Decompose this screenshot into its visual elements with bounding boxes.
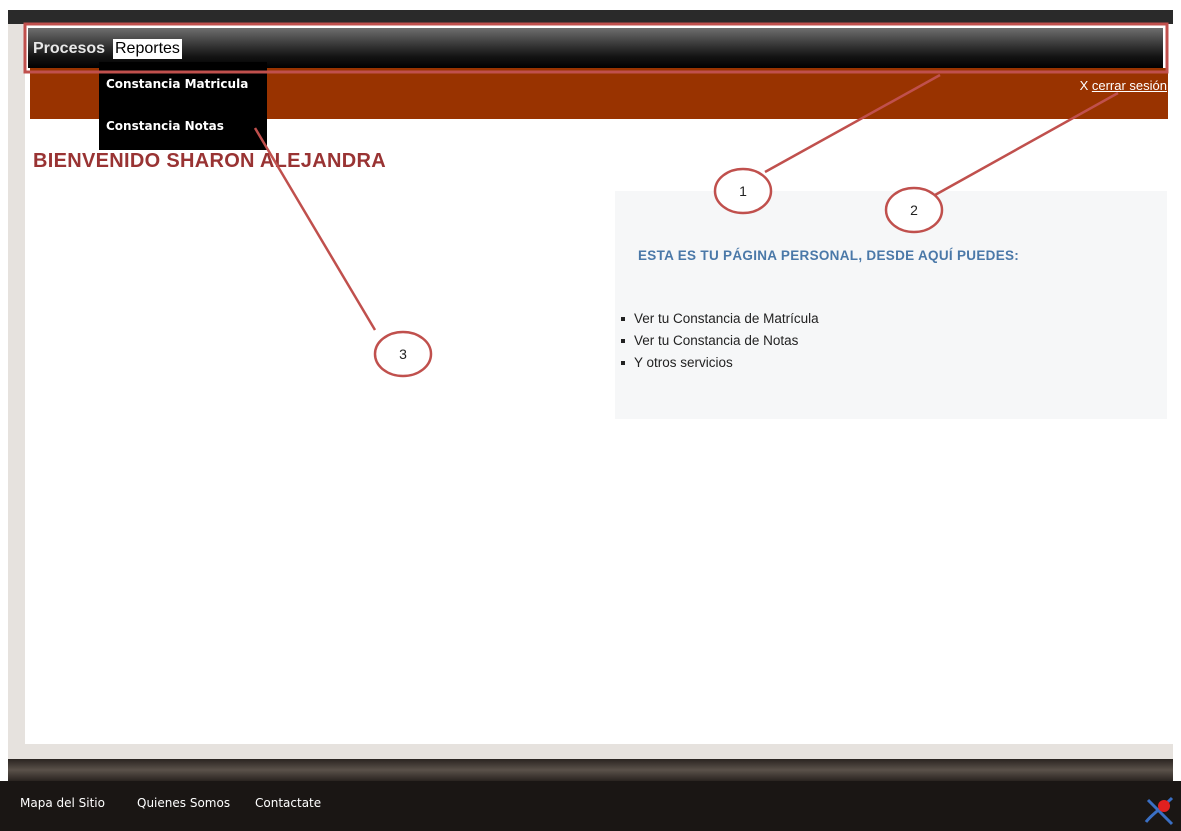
callout-number-2: 2	[910, 202, 918, 218]
highlight-box	[23, 22, 1169, 74]
callout-line-1	[764, 73, 941, 174]
callout-number-1: 1	[739, 183, 747, 199]
callout-line-2	[934, 91, 1119, 197]
callout-line-3	[253, 127, 377, 331]
callout-number-3: 3	[399, 346, 407, 362]
annotation-layer: 1 2 3	[23, 22, 1169, 378]
